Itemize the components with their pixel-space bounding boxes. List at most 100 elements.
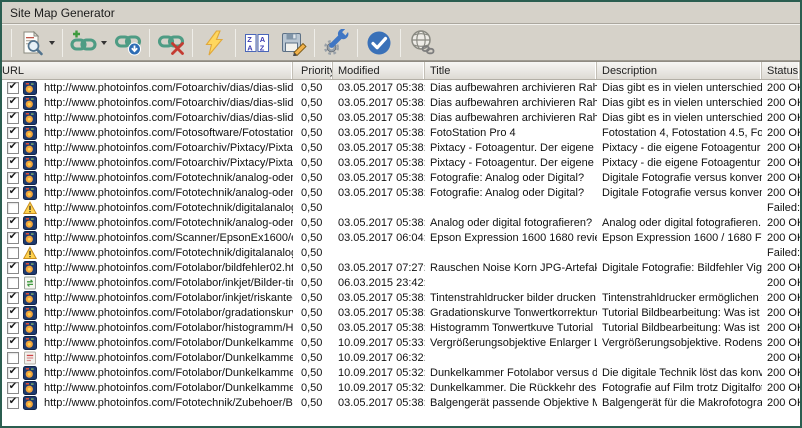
url-cell: http://www.photoinfos.com/Fotoarchiv/dia… bbox=[2, 80, 293, 95]
title-cell: Analog oder digital fotografieren? bbox=[425, 215, 597, 230]
dropdown-caret-icon bbox=[101, 41, 107, 45]
row-checkbox[interactable] bbox=[7, 172, 19, 184]
table-row[interactable]: http://www.photoinfos.com/Fototechnik/Zu… bbox=[2, 395, 800, 410]
download-links-button[interactable] bbox=[110, 28, 146, 58]
priority-cell: 0,50 bbox=[293, 95, 333, 110]
html-page-icon bbox=[23, 156, 37, 170]
table-row[interactable]: http://www.photoinfos.com/Fotolabor/inkj… bbox=[2, 290, 800, 305]
modified-cell: 06.03.2015 23:42:31 bbox=[333, 275, 425, 290]
row-checkbox[interactable] bbox=[7, 367, 19, 379]
modified-cell: 03.05.2017 05:38:15 bbox=[333, 320, 425, 335]
table-row[interactable]: http://www.photoinfos.com/Fotolabor/bild… bbox=[2, 260, 800, 275]
table-row[interactable]: http://www.photoinfos.com/Fotolabor/Dunk… bbox=[2, 365, 800, 380]
row-checkbox[interactable] bbox=[7, 322, 19, 334]
description-cell: Dias gibt es in vielen unterschiedlic... bbox=[597, 80, 762, 95]
row-checkbox[interactable] bbox=[7, 82, 19, 94]
table-row[interactable]: http://www.photoinfos.com/Fotoarchiv/Pix… bbox=[2, 140, 800, 155]
table-row[interactable]: http://www.photoinfos.com/Fotolabor/grad… bbox=[2, 305, 800, 320]
table-row[interactable]: http://www.photoinfos.com/Fotolabor/Dunk… bbox=[2, 380, 800, 395]
url-cell-text: http://www.photoinfos.com/Fototechnik/di… bbox=[44, 247, 293, 259]
table-row[interactable]: http://www.photoinfos.com/Fototechnik/an… bbox=[2, 185, 800, 200]
modified-cell: 03.05.2017 05:38:15 bbox=[333, 110, 425, 125]
html-page-icon bbox=[23, 171, 37, 185]
column-header-status[interactable]: Status bbox=[762, 62, 800, 79]
table-row[interactable]: http://www.photoinfos.com/Fotoarchiv/dia… bbox=[2, 110, 800, 125]
column-header-description[interactable]: Description bbox=[597, 62, 762, 79]
column-header-modified[interactable]: Modified bbox=[333, 62, 425, 79]
table-row[interactable]: http://www.photoinfos.com/Fotoarchiv/Pix… bbox=[2, 155, 800, 170]
document-search-icon bbox=[19, 30, 45, 56]
table-row[interactable]: http://www.photoinfos.com/Fototechnik/di… bbox=[2, 200, 800, 215]
add-link-button[interactable] bbox=[66, 28, 110, 58]
url-cell: http://www.photoinfos.com/Fototechnik/an… bbox=[2, 185, 293, 200]
run-generator-button[interactable] bbox=[196, 28, 232, 58]
row-checkbox[interactable] bbox=[7, 232, 19, 244]
url-cell-text: http://www.photoinfos.com/Fotoarchiv/Pix… bbox=[44, 142, 293, 154]
row-checkbox[interactable] bbox=[7, 97, 19, 109]
sort-button[interactable]: Z A A Z bbox=[239, 28, 275, 58]
row-checkbox[interactable] bbox=[7, 127, 19, 139]
table-row[interactable]: http://www.photoinfos.com/Scanner/EpsonE… bbox=[2, 230, 800, 245]
priority-cell: 0,50 bbox=[293, 260, 333, 275]
column-header-priority[interactable]: Priority bbox=[293, 62, 333, 79]
priority-cell: 0,50 bbox=[293, 170, 333, 185]
table-row[interactable]: http://www.photoinfos.com/Fotolabor/hist… bbox=[2, 320, 800, 335]
row-checkbox[interactable] bbox=[7, 202, 19, 214]
html-page-icon bbox=[23, 321, 37, 335]
table-row[interactable]: http://www.photoinfos.com/Fototechnik/an… bbox=[2, 215, 800, 230]
row-checkbox[interactable] bbox=[7, 187, 19, 199]
title-cell bbox=[425, 245, 597, 260]
html-page-icon bbox=[23, 291, 37, 305]
row-checkbox[interactable] bbox=[7, 277, 19, 289]
priority-cell: 0,50 bbox=[293, 395, 333, 410]
row-checkbox[interactable] bbox=[7, 307, 19, 319]
settings-button[interactable] bbox=[318, 28, 354, 58]
url-cell: http://www.photoinfos.com/Fotolabor/inkj… bbox=[2, 290, 293, 305]
html-page-icon bbox=[23, 186, 37, 200]
table-row[interactable]: http://www.photoinfos.com/Fototechnik/an… bbox=[2, 170, 800, 185]
row-checkbox[interactable] bbox=[7, 262, 19, 274]
row-checkbox[interactable] bbox=[7, 247, 19, 259]
url-cell: http://www.photoinfos.com/Fotolabor/Dunk… bbox=[2, 335, 293, 350]
url-cell-text: http://www.photoinfos.com/Fototechnik/di… bbox=[44, 202, 293, 214]
html-page-icon bbox=[23, 96, 37, 110]
status-cell: 200 OK bbox=[762, 335, 800, 350]
title-cell: Gradationskurve Tonwertkorrekture... bbox=[425, 305, 597, 320]
table-row[interactable]: http://www.photoinfos.com/Fotolabor/inkj… bbox=[2, 275, 800, 290]
status-cell: 200 OK bbox=[762, 185, 800, 200]
description-cell bbox=[597, 350, 762, 365]
priority-cell: 0,50 bbox=[293, 80, 333, 95]
url-cell: http://www.photoinfos.com/Fototechnik/an… bbox=[2, 215, 293, 230]
row-checkbox[interactable] bbox=[7, 142, 19, 154]
validate-button[interactable] bbox=[361, 28, 397, 58]
title-cell: Balgengerät passende Objektive Ma... bbox=[425, 395, 597, 410]
table-row[interactable]: http://www.photoinfos.com/Fotolabor/Dunk… bbox=[2, 335, 800, 350]
row-checkbox[interactable] bbox=[7, 112, 19, 124]
row-checkbox[interactable] bbox=[7, 337, 19, 349]
row-checkbox[interactable] bbox=[7, 352, 19, 364]
url-cell-text: http://www.photoinfos.com/Fotolabor/Dunk… bbox=[44, 367, 293, 379]
column-header-title[interactable]: Title bbox=[425, 62, 597, 79]
table-row[interactable]: http://www.photoinfos.com/Fotolabor/Dunk… bbox=[2, 350, 800, 365]
table-row[interactable]: http://www.photoinfos.com/Fotoarchiv/dia… bbox=[2, 80, 800, 95]
modified-cell: 10.09.2017 05:32:13 bbox=[333, 365, 425, 380]
save-button[interactable] bbox=[275, 28, 311, 58]
row-checkbox[interactable] bbox=[7, 292, 19, 304]
table-row[interactable]: http://www.photoinfos.com/Fotoarchiv/dia… bbox=[2, 95, 800, 110]
url-cell: http://www.photoinfos.com/Fotoarchiv/dia… bbox=[2, 110, 293, 125]
remove-link-button[interactable] bbox=[153, 28, 189, 58]
table-row[interactable]: http://www.photoinfos.com/Fototechnik/di… bbox=[2, 245, 800, 260]
modified-cell: 03.05.2017 05:38:15 bbox=[333, 140, 425, 155]
url-cell-text: http://www.photoinfos.com/Fotolabor/hist… bbox=[44, 322, 293, 334]
column-header-url[interactable]: URL bbox=[2, 62, 293, 79]
table-row[interactable]: http://www.photoinfos.com/Fotosoftware/F… bbox=[2, 125, 800, 140]
dropdown-caret-icon bbox=[49, 41, 55, 45]
row-checkbox[interactable] bbox=[7, 382, 19, 394]
row-checkbox[interactable] bbox=[7, 157, 19, 169]
row-checkbox[interactable] bbox=[7, 397, 19, 409]
row-checkbox[interactable] bbox=[7, 217, 19, 229]
preview-report-button[interactable] bbox=[15, 28, 59, 58]
web-sitemap-button[interactable] bbox=[404, 28, 440, 58]
modified-cell: 10.09.2017 05:33:02 bbox=[333, 335, 425, 350]
priority-cell: 0,50 bbox=[293, 350, 333, 365]
